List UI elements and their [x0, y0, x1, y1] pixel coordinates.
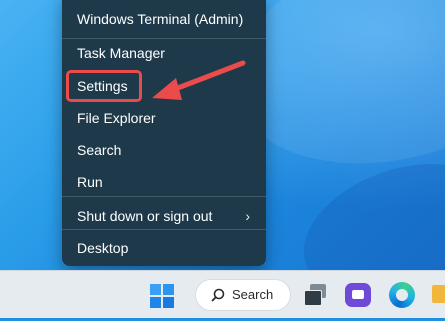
- file-explorer-icon[interactable]: [432, 285, 445, 303]
- search-label: Search: [232, 287, 274, 302]
- chat-icon[interactable]: [345, 283, 371, 307]
- edge-browser-icon[interactable]: [389, 282, 415, 308]
- taskbar-search-button[interactable]: Search: [195, 279, 291, 311]
- windows-start-icon[interactable]: [150, 284, 174, 308]
- search-icon: [211, 288, 225, 302]
- task-view-icon[interactable]: [304, 284, 326, 306]
- taskbar: Search: [0, 270, 445, 318]
